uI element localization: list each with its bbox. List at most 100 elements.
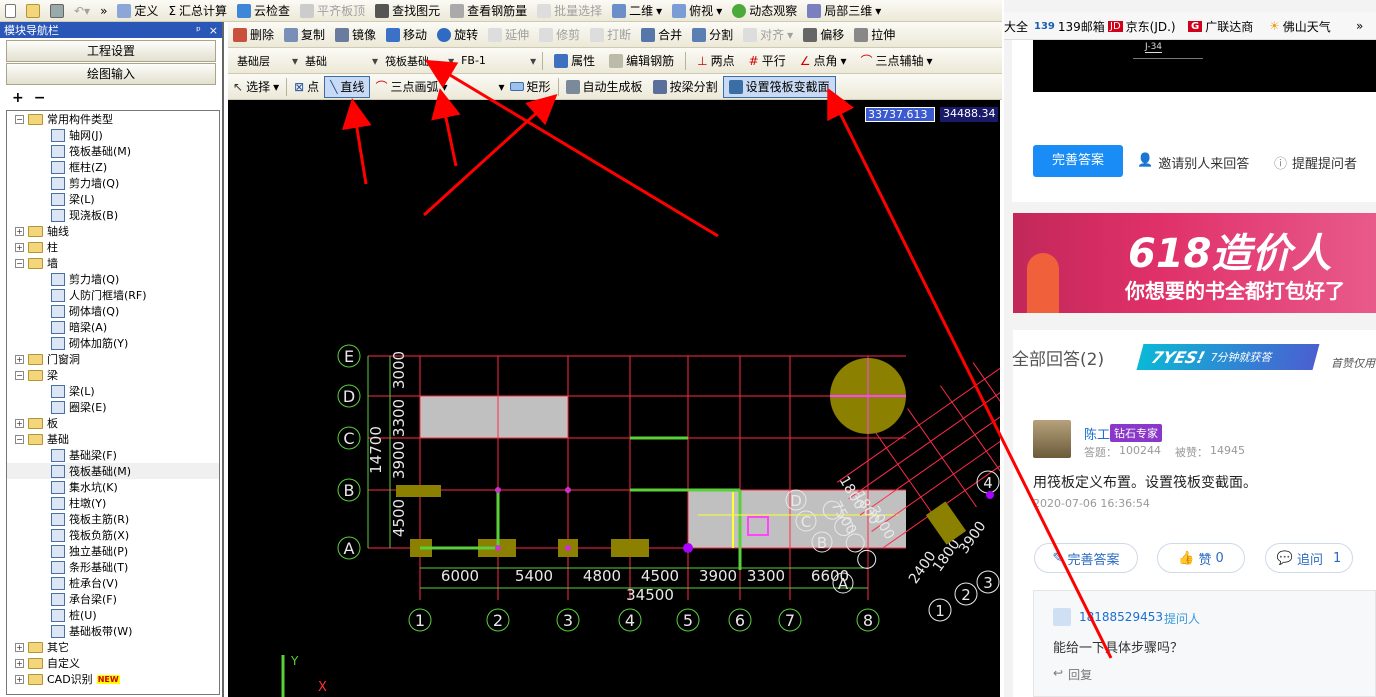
answerer-avatar[interactable]: [1033, 420, 1071, 458]
tree-expand-icon[interactable]: +: [15, 242, 24, 252]
cad-drawing-canvas[interactable]: E D C B A 3000 3300 3900 4500 14700 6000 5400 4800 45…: [228, 100, 1000, 697]
tree-expand-icon[interactable]: −: [15, 258, 24, 268]
align-button[interactable]: 对齐 ▾: [738, 24, 798, 46]
rotate-button[interactable]: 旋转: [432, 24, 483, 46]
select-button[interactable]: ↖ 选择 ▾: [228, 76, 284, 98]
move-button[interactable]: 移动: [381, 24, 432, 46]
remind-asker-link[interactable]: ⓘ 提醒提问者: [1274, 153, 1357, 172]
tree-item[interactable]: 砌体加筋(Y): [7, 335, 219, 351]
split-by-beam-button[interactable]: 按梁分割: [648, 76, 723, 98]
tree-item[interactable]: 轴网(J): [7, 127, 219, 143]
tree-item[interactable]: 框柱(Z): [7, 159, 219, 175]
coord-x-field[interactable]: 33737.613: [865, 107, 935, 122]
more-icon[interactable]: »: [95, 0, 112, 21]
tree-expand-icon[interactable]: −: [15, 434, 24, 444]
type-select[interactable]: 筏板基础: [382, 52, 444, 70]
tree-item[interactable]: 筏板负筋(X): [7, 527, 219, 543]
tree-folder[interactable]: + 柱: [7, 239, 219, 255]
tree-expand-icon[interactable]: +: [15, 226, 24, 236]
follow-up-pill[interactable]: 💬 追问 1: [1265, 543, 1353, 573]
cad-svg[interactable]: EDCBA3000330039004500147006000 5400 4800 45…: [228, 100, 1000, 697]
undo-icon[interactable]: ↶▾: [69, 0, 95, 21]
close-icon[interactable]: ×: [209, 24, 218, 37]
improve-answer-button[interactable]: 完善答案: [1033, 145, 1123, 177]
answerer-name[interactable]: 陈工: [1084, 424, 1110, 443]
tree-folder[interactable]: + 门窗洞: [7, 351, 219, 367]
menu-local-3d[interactable]: 局部三维 ▾: [802, 0, 886, 21]
menu-view-rebar[interactable]: 查看钢筋量: [445, 0, 532, 21]
open-folder-icon[interactable]: [21, 0, 45, 21]
new-file-icon[interactable]: [0, 0, 21, 21]
tree-item[interactable]: 剪力墙(Q): [7, 175, 219, 191]
tree-expand-icon[interactable]: +: [15, 418, 24, 428]
improve-answer-pill[interactable]: ✎ 完善答案: [1034, 543, 1138, 573]
tree-item[interactable]: 现浇板(B): [7, 207, 219, 223]
like-pill[interactable]: 👍 赞 0: [1157, 543, 1245, 573]
parallel-axis-button[interactable]: # 平行: [744, 50, 791, 72]
properties-button[interactable]: 属性: [549, 50, 600, 72]
stretch-button[interactable]: 拉伸: [849, 24, 900, 46]
menu-cloud-check[interactable]: 云检查: [232, 0, 295, 21]
commenter-name[interactable]: 18188529453: [1079, 610, 1163, 624]
menu-flush-top[interactable]: 平齐板顶: [295, 0, 370, 21]
tree-item[interactable]: 条形基础(T): [7, 559, 219, 575]
tree-item[interactable]: 桩(U): [7, 607, 219, 623]
tree-folder[interactable]: − 基础: [7, 431, 219, 447]
tree-folder[interactable]: + 板: [7, 415, 219, 431]
tree-item[interactable]: 基础梁(F): [7, 447, 219, 463]
tree-folder[interactable]: + 轴线: [7, 223, 219, 239]
tree-folder[interactable]: − 梁: [7, 367, 219, 383]
tree-folder[interactable]: + CAD识别 NEW: [7, 671, 219, 687]
arc-option-select[interactable]: [453, 78, 499, 96]
floor-select[interactable]: 基础层: [234, 52, 288, 70]
tree-expand-icon[interactable]: +: [15, 674, 24, 684]
tree-item[interactable]: 剪力墙(Q): [7, 271, 219, 287]
three-point-arc-button[interactable]: ⌒ 三点画弧 ▾: [370, 76, 452, 98]
promo-banner[interactable]: 618造价人 你想要的书全都打包好了: [1013, 213, 1376, 313]
menu-dynamic-view[interactable]: 动态观察: [727, 0, 802, 21]
tree-item[interactable]: 暗梁(A): [7, 319, 219, 335]
menu-top-view[interactable]: 俯视 ▾: [667, 0, 727, 21]
tree-item[interactable]: 圈梁(E): [7, 399, 219, 415]
reply-link[interactable]: ↩ 回复: [1053, 666, 1092, 683]
menu-batch-select[interactable]: 批量选择: [532, 0, 607, 21]
tree-folder[interactable]: − 常用构件类型: [7, 111, 219, 127]
merge-button[interactable]: 合并: [636, 24, 687, 46]
bookmark-daquan[interactable]: 大全: [1004, 14, 1028, 38]
set-raft-section-button[interactable]: 设置筏板变截面: [722, 75, 836, 98]
tree-expand-icon[interactable]: +: [15, 642, 24, 652]
tree-item[interactable]: 梁(L): [7, 191, 219, 207]
split-button[interactable]: 分割: [687, 24, 738, 46]
trim-button[interactable]: 修剪: [534, 24, 585, 46]
three-point-aux-button[interactable]: ⌒ 三点辅轴 ▾: [856, 50, 938, 72]
mirror-button[interactable]: 镜像: [330, 24, 381, 46]
auto-generate-slab-button[interactable]: 自动生成板: [561, 76, 648, 98]
tree-expand-icon[interactable]: +: [15, 354, 24, 364]
name-select[interactable]: FB-1: [458, 52, 526, 70]
tree-expand-icon[interactable]: +: [15, 658, 24, 668]
tree-item[interactable]: 筏板主筋(R): [7, 511, 219, 527]
tree-item[interactable]: 独立基础(P): [7, 543, 219, 559]
tree-expand-icon[interactable]: −: [15, 114, 24, 124]
tree-expand-icon[interactable]: −: [15, 370, 24, 380]
menu-find-element[interactable]: 查找图元: [370, 0, 445, 21]
menu-define[interactable]: 定义: [112, 0, 163, 21]
tree-item[interactable]: 承台梁(F): [7, 591, 219, 607]
invite-answer-link[interactable]: 👤 邀请别人来回答: [1137, 153, 1249, 172]
rectangle-button[interactable]: 矩形: [505, 76, 556, 98]
bookmark-139mail[interactable]: 139 139邮箱: [1034, 14, 1105, 38]
break-button[interactable]: 打断: [585, 24, 636, 46]
expand-all-icon[interactable]: +: [12, 90, 24, 106]
tree-item[interactable]: 筏板基础(M): [7, 143, 219, 159]
menu-summary-calc[interactable]: Σ 汇总计算: [163, 0, 232, 21]
tree-item[interactable]: 梁(L): [7, 383, 219, 399]
tree-item[interactable]: 桩承台(V): [7, 575, 219, 591]
bookmark-more-icon[interactable]: »: [1356, 14, 1363, 38]
draw-input-button[interactable]: 绘图输入: [6, 63, 216, 85]
bookmark-jd[interactable]: JD 京东(JD.): [1108, 14, 1176, 38]
point-angle-button[interactable]: ∠ 点角 ▾: [795, 50, 852, 72]
line-button[interactable]: ╲ 直线: [324, 75, 371, 98]
tree-folder[interactable]: − 墙: [7, 255, 219, 271]
category-select[interactable]: 基础: [302, 52, 368, 70]
pin-icon[interactable]: ᵖ: [196, 24, 201, 37]
